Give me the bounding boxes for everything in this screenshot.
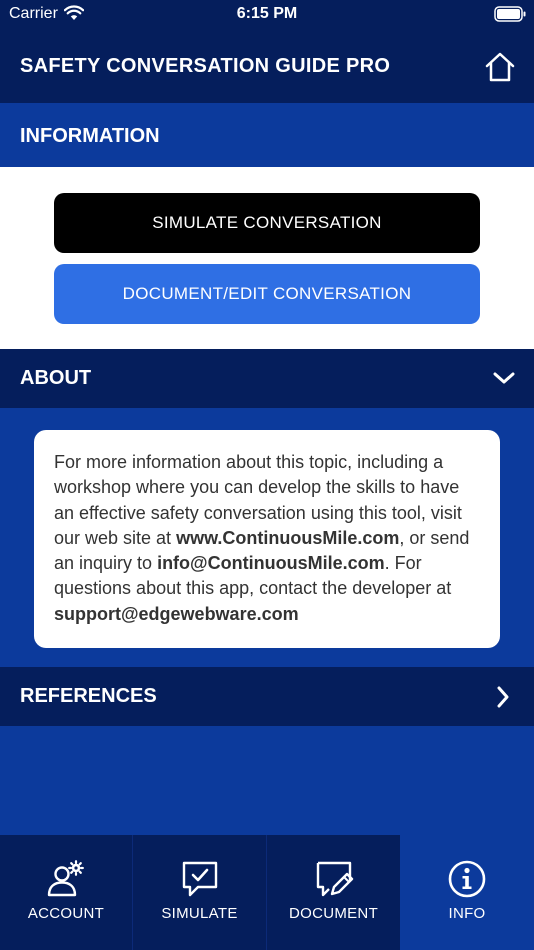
home-button[interactable] [482, 50, 518, 84]
about-section-body: For more information about this topic, i… [0, 408, 534, 667]
information-section-header: INFORMATION [0, 103, 534, 167]
references-title: REFERENCES [20, 685, 157, 707]
tab-account[interactable]: ACCOUNT [0, 835, 133, 950]
tab-bar: ACCOUNT SIMULATE DOCUMENT INFO [0, 835, 534, 950]
support-email-link[interactable]: support@edgewebware.com [54, 604, 299, 624]
chevron-down-icon [493, 372, 515, 384]
information-title: INFORMATION [20, 125, 160, 147]
tab-info[interactable]: INFO [400, 835, 534, 950]
home-icon [485, 52, 515, 82]
about-card: For more information about this topic, i… [34, 430, 500, 648]
tab-simulate[interactable]: SIMULATE [133, 835, 267, 950]
chat-edit-icon [314, 859, 354, 899]
information-panel: SIMULATE CONVERSATION DOCUMENT/EDIT CONV… [0, 167, 534, 349]
info-icon [447, 859, 487, 899]
about-section-header[interactable]: ABOUT [0, 349, 534, 408]
info-email-link[interactable]: info@ContinuousMile.com [157, 553, 385, 573]
tab-info-label: INFO [448, 905, 486, 922]
tab-document[interactable]: DOCUMENT [267, 835, 400, 950]
simulate-conversation-button[interactable]: SIMULATE CONVERSATION [54, 193, 480, 253]
website-link[interactable]: www.ContinuousMile.com [176, 528, 399, 548]
status-time: 6:15 PM [236, 5, 298, 22]
nav-bar: SAFETY CONVERSATION GUIDE PRO [0, 30, 534, 103]
chat-check-icon [180, 859, 220, 899]
status-bar: Carrier 6:15 PM [0, 0, 534, 30]
references-section-header[interactable]: REFERENCES [0, 667, 534, 726]
tab-document-label: DOCUMENT [288, 905, 379, 922]
document-edit-conversation-button[interactable]: DOCUMENT/EDIT CONVERSATION [54, 264, 480, 324]
page-title: SAFETY CONVERSATION GUIDE PRO [20, 55, 391, 77]
account-settings-icon [46, 859, 86, 899]
about-title: ABOUT [20, 367, 92, 389]
tab-account-label: ACCOUNT [27, 905, 105, 922]
chevron-right-icon [497, 686, 509, 708]
battery-icon [494, 6, 526, 22]
tab-simulate-label: SIMULATE [161, 905, 238, 922]
